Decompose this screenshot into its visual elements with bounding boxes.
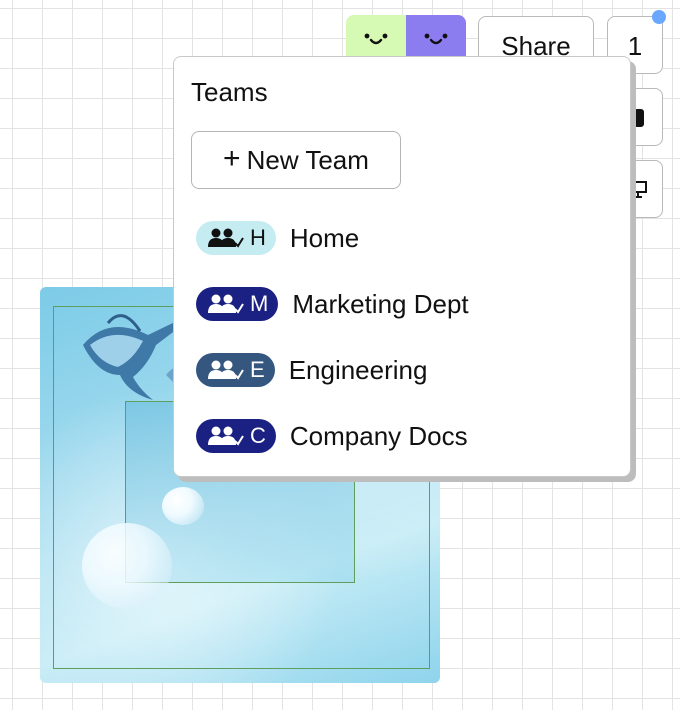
smiley-face-icon bbox=[364, 33, 388, 45]
collaborator-avatar[interactable] bbox=[406, 15, 466, 59]
toggle-icon bbox=[634, 109, 644, 127]
presentation-icon bbox=[629, 181, 647, 198]
bubble-decoration bbox=[82, 523, 172, 609]
new-team-label: New Team bbox=[246, 144, 369, 175]
team-item-engineering[interactable]: E Engineering bbox=[196, 350, 427, 390]
collaborator-avatar[interactable] bbox=[346, 15, 406, 59]
team-name: Marketing Dept bbox=[292, 288, 469, 319]
teams-dropdown: Teams + New Team H Home M Marketing Dept bbox=[173, 56, 631, 477]
team-badge: H bbox=[196, 221, 276, 255]
team-users-icon bbox=[208, 228, 244, 248]
new-team-button[interactable]: + New Team bbox=[191, 131, 401, 189]
team-name: Home bbox=[289, 222, 360, 253]
team-users-icon bbox=[208, 426, 244, 446]
team-badge: M bbox=[196, 287, 279, 321]
team-badge: C bbox=[196, 419, 276, 453]
teams-title: Teams bbox=[191, 77, 268, 107]
smiley-face-icon bbox=[424, 33, 448, 45]
team-item-company-docs[interactable]: C Company Docs bbox=[196, 416, 468, 456]
team-item-marketing-dept[interactable]: M Marketing Dept bbox=[196, 284, 469, 324]
team-item-home[interactable]: H Home bbox=[196, 218, 359, 258]
collaborator-avatars[interactable] bbox=[346, 15, 466, 59]
team-name: Company Docs bbox=[289, 420, 468, 451]
bubble-decoration-small bbox=[162, 487, 204, 525]
team-initial: E bbox=[250, 357, 265, 382]
team-name: Engineering bbox=[288, 354, 428, 385]
team-initial: H bbox=[250, 225, 266, 250]
team-initial: M bbox=[250, 291, 269, 316]
team-users-icon bbox=[208, 360, 244, 380]
team-initial: C bbox=[250, 423, 266, 448]
team-badge: E bbox=[196, 353, 275, 387]
team-users-icon bbox=[208, 294, 244, 314]
notification-dot bbox=[652, 10, 666, 24]
plus-icon: + bbox=[223, 141, 241, 175]
